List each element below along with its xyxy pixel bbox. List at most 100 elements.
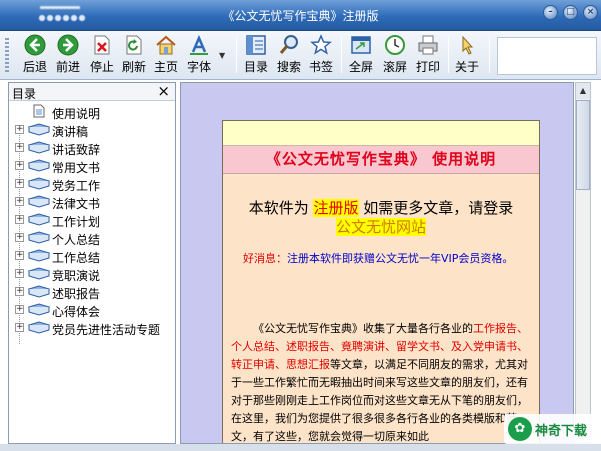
toc-item[interactable]: + 演讲稿 [9, 121, 175, 139]
document-body: 本软件为 注册版 如需更多文章，请登录 公文无忧网站 好消息：注册本软件即获赠公… [223, 174, 539, 443]
minimize-button[interactable]: – [543, 5, 558, 20]
book-icon [28, 249, 50, 262]
toc-item-label: 个人总结 [52, 233, 101, 247]
toc-item[interactable]: + 党员先进性活动专题 [9, 319, 175, 337]
printer-icon [418, 35, 438, 55]
toc-item[interactable]: + 个人总结 [9, 229, 175, 247]
search-button[interactable]: 搜索 [274, 34, 304, 78]
notice-suffix: 如需更多文章，请登录 [363, 199, 514, 217]
font-dropdown-arrow-icon[interactable]: ▼ [219, 51, 225, 60]
news-text[interactable]: 注册本软件即获赠公文无忧一年VIP会员资格。 [287, 252, 513, 265]
book-icon [28, 195, 50, 208]
toc-button[interactable]: 目录 [241, 34, 271, 78]
refresh-label: 刷新 [121, 60, 146, 74]
stop-button[interactable]: 停止 [87, 34, 117, 78]
home-icon [156, 35, 176, 55]
toolbar-separator [489, 37, 490, 73]
forward-button[interactable]: 前进 [53, 34, 83, 78]
toc-item[interactable]: + 竞职演说 [9, 265, 175, 283]
book-icon [28, 321, 50, 334]
toc-item[interactable]: + 党务工作 [9, 175, 175, 193]
about-label: 关于 [454, 60, 479, 74]
book-icon [28, 159, 50, 172]
toc-close-button[interactable]: × [157, 83, 170, 100]
notice-highlight: 注册版 [313, 199, 359, 217]
expand-icon[interactable]: + [15, 233, 24, 242]
search-icon [279, 35, 298, 54]
fullscreen-button[interactable]: 全屏 [346, 34, 376, 78]
scroll-thumb[interactable] [576, 100, 590, 190]
font-button[interactable]: 字体 [184, 34, 214, 78]
book-icon [28, 267, 50, 280]
toc-title: 目录 [12, 87, 37, 101]
expand-icon[interactable]: + [15, 215, 24, 224]
expand-icon[interactable]: + [15, 143, 24, 152]
font-label: 字体 [186, 60, 211, 74]
toc-item[interactable]: + 讲话致辞 [9, 139, 175, 157]
refresh-button[interactable]: 刷新 [119, 34, 149, 78]
expand-icon[interactable]: + [15, 251, 24, 260]
good-news: 好消息：注册本软件即获赠公文无忧一年VIP会员资格。 [243, 250, 525, 267]
font-icon [190, 34, 208, 55]
expand-icon[interactable]: + [15, 161, 24, 170]
content-view[interactable]: 《公文无忧写作宝典》 使用说明 本软件为 注册版 如需更多文章，请登录 公文无忧… [180, 82, 574, 444]
toolbar-blank-panel [497, 37, 597, 75]
site-link[interactable]: 公文无忧网站 [335, 218, 426, 236]
stop-icon [94, 35, 110, 55]
bookmark-label: 书签 [308, 60, 333, 74]
toc-item-label: 使用说明 [52, 107, 101, 121]
bookmark-button[interactable]: 书签 [306, 34, 336, 78]
expand-icon[interactable]: + [15, 305, 24, 314]
toc-item-label: 党务工作 [52, 179, 101, 193]
toc-item-label: 心得体会 [52, 305, 101, 319]
about-button[interactable]: 关于 [452, 34, 482, 78]
expand-icon[interactable]: + [15, 287, 24, 296]
expand-icon[interactable]: + [15, 125, 24, 134]
toc-item-label: 党员先进性活动专题 [52, 323, 161, 337]
window-bottom-border [0, 444, 601, 451]
print-button[interactable]: 打印 [413, 34, 443, 78]
fullscreen-label: 全屏 [348, 60, 373, 74]
autoscroll-button[interactable]: 滚屏 [380, 34, 410, 78]
fullscreen-icon [351, 36, 371, 54]
forward-label: 前进 [55, 60, 80, 74]
scroll-up-icon[interactable]: ▲ [576, 83, 590, 99]
about-cursor-icon [462, 35, 474, 55]
home-button[interactable]: 主页 [151, 34, 181, 78]
toolbar: 后退 前进 停止 刷新 主页 字体 ▼ 目录 搜索 书签 全屏 滚屏 打印 关于 [0, 31, 601, 80]
expand-icon[interactable]: + [15, 179, 24, 188]
back-button[interactable]: 后退 [20, 34, 50, 78]
book-icon [28, 177, 50, 190]
book-icon [28, 123, 50, 136]
close-window-button[interactable]: × [583, 5, 598, 20]
toc-header: 目录 × [9, 83, 175, 101]
expand-icon[interactable]: + [15, 197, 24, 206]
site-link-row: 公文无忧网站 [223, 216, 539, 237]
bookmark-star-icon [310, 34, 332, 55]
expand-icon[interactable]: + [15, 323, 24, 332]
watermark-logo-icon: ✿ [508, 417, 532, 441]
toc-item[interactable]: + 法律文书 [9, 193, 175, 211]
toc-icon [246, 35, 266, 55]
toolbar-separator [236, 37, 237, 73]
toc-label: 目录 [243, 60, 268, 74]
toolbar-separator [448, 37, 449, 73]
vertical-scrollbar[interactable]: ▲ ▼ [575, 82, 591, 444]
toc-item-label: 工作计划 [52, 215, 101, 229]
toc-item[interactable]: + 常用文书 [9, 157, 175, 175]
toc-item[interactable]: + 工作计划 [9, 211, 175, 229]
document-page: 《公文无忧写作宝典》 使用说明 本软件为 注册版 如需更多文章，请登录 公文无忧… [222, 120, 540, 443]
expand-icon[interactable]: + [15, 269, 24, 278]
toc-item[interactable]: 使用说明 [9, 103, 175, 121]
toc-item-label: 讲话致辞 [52, 143, 101, 157]
toc-item[interactable]: + 心得体会 [9, 301, 175, 319]
back-label: 后退 [22, 60, 47, 74]
book-icon [28, 285, 50, 298]
news-label: 好消息： [243, 252, 287, 265]
toolbar-grip[interactable] [5, 38, 9, 74]
maximize-button[interactable]: □ [563, 5, 578, 20]
toolbar-separator [341, 37, 342, 73]
toc-item[interactable]: + 工作总结 [9, 247, 175, 265]
register-notice: 本软件为 注册版 如需更多文章，请登录 [223, 197, 539, 218]
toc-item[interactable]: + 述职报告 [9, 283, 175, 301]
